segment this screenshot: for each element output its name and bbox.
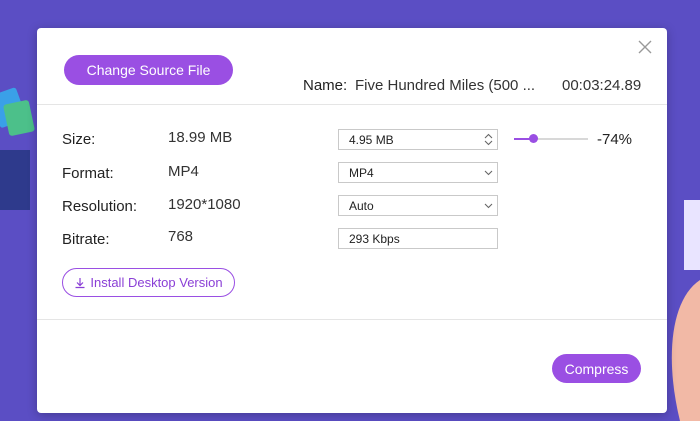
install-desktop-version-label: Install Desktop Version: [90, 275, 223, 290]
download-icon: [75, 277, 85, 288]
size-label: Size:: [62, 131, 96, 148]
top-divider: [37, 104, 667, 105]
background-file-icons: [0, 87, 35, 210]
format-label: Format:: [62, 165, 114, 182]
original-size: 18.99 MB: [168, 129, 233, 146]
bitrate-field[interactable]: 293 Kbps: [338, 228, 498, 249]
format-select-value: MP4: [349, 165, 374, 180]
compress-dialog: Change Source File Name: Five Hundred Mi…: [37, 28, 667, 413]
change-source-file-button[interactable]: Change Source File: [64, 55, 233, 85]
install-desktop-version-button[interactable]: Install Desktop Version: [62, 268, 235, 297]
original-bitrate: 768: [168, 228, 194, 245]
file-name: Five Hundred Miles (500 ...: [355, 77, 536, 94]
chevron-down-icon: [484, 203, 492, 208]
format-select[interactable]: MP4: [338, 162, 498, 183]
resolution-select[interactable]: Auto: [338, 195, 498, 216]
compression-slider[interactable]: [514, 134, 588, 143]
size-stepper-value: 4.95 MB: [349, 132, 394, 147]
original-resolution: 1920*1080: [168, 196, 241, 213]
chevron-down-icon: [484, 170, 492, 175]
duration: 00:03:24.89: [562, 77, 642, 94]
bottom-divider: [37, 319, 667, 320]
bitrate-field-value: 293 Kbps: [349, 231, 400, 246]
resolution-label: Resolution:: [62, 198, 138, 215]
original-format: MP4: [168, 163, 199, 180]
compression-slider-knob[interactable]: [529, 134, 539, 143]
close-icon[interactable]: [638, 40, 652, 54]
spinner-arrows-icon[interactable]: [484, 133, 493, 146]
compress-button[interactable]: Compress: [552, 354, 641, 383]
size-stepper[interactable]: 4.95 MB: [338, 129, 498, 150]
bitrate-label: Bitrate:: [62, 231, 110, 248]
resolution-select-value: Auto: [349, 198, 374, 213]
name-label: Name:: [303, 77, 348, 94]
compression-percent: -74%: [597, 131, 633, 148]
